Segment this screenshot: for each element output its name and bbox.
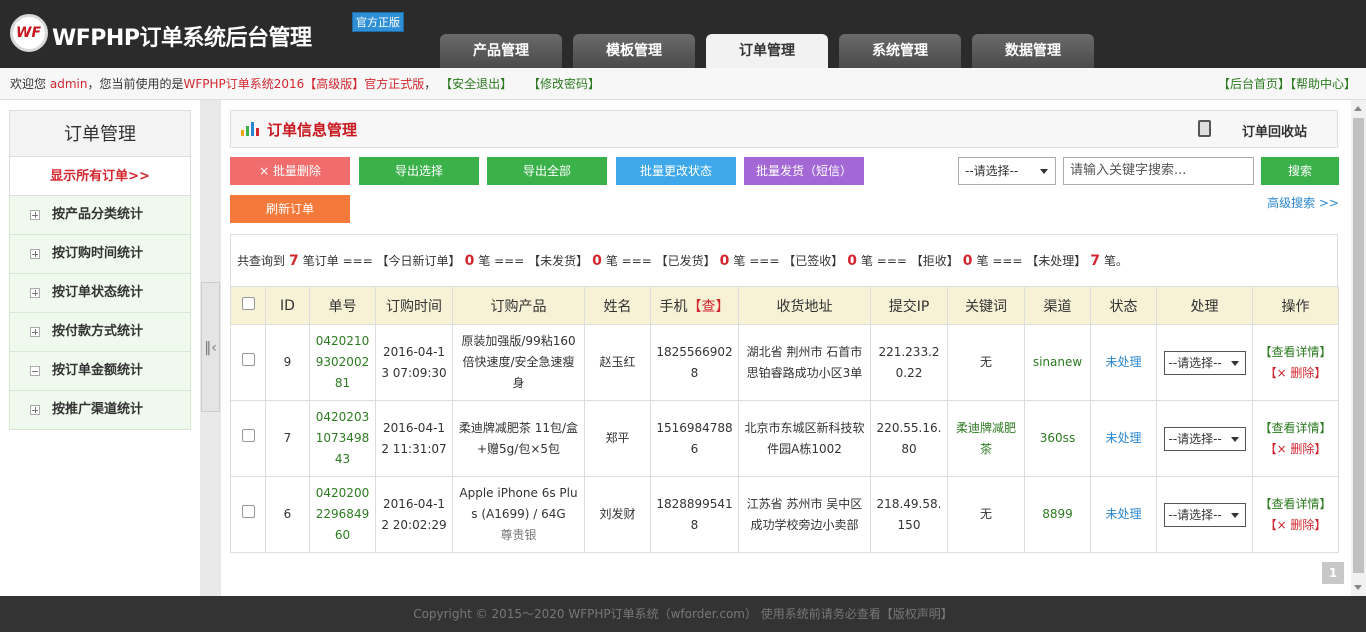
col-address: 收货地址: [738, 286, 871, 325]
select-all-checkbox[interactable]: [241, 297, 255, 310]
top-header: WF WFPHP订单系统后台管理 官方正版 产品管理 模板管理 订单管理 系统管…: [0, 0, 1366, 68]
col-product: 订购产品: [452, 286, 585, 325]
scrollbar[interactable]: [1351, 100, 1366, 596]
table-row: 7 04202031073498 43 2016-04-12 11:31:07 …: [230, 400, 1339, 477]
table-row: 9 04202109302002 81 2016-04-13 07:09:30 …: [230, 324, 1339, 401]
admin-home-link[interactable]: 【后台首页】: [1218, 77, 1290, 91]
col-phone: 手机【查】: [650, 286, 739, 325]
view-details-link[interactable]: 【查看详情】: [1257, 494, 1334, 515]
table-row: 6 04202002296849 60 2016-04-12 20:02:29 …: [230, 476, 1339, 553]
panel-title: 订单信息管理: [267, 121, 358, 139]
sidebar-all-orders[interactable]: 显示所有订单>>: [9, 157, 191, 196]
search-field-select[interactable]: --请选择--: [958, 157, 1056, 185]
export-all-button[interactable]: 导出全部: [487, 157, 607, 185]
logout-link[interactable]: 【安全退出】: [440, 77, 512, 91]
col-ip: 提交IP: [870, 286, 948, 325]
col-name: 姓名: [584, 286, 651, 325]
sidebar-item-by-channel[interactable]: 按推广渠道统计: [9, 391, 191, 430]
refresh-orders-button[interactable]: 刷新订单: [230, 195, 350, 223]
sidebar: 订单管理 显示所有订单>> 按产品分类统计 按订购时间统计 按订单状态统计 按付…: [0, 100, 200, 596]
sidebar-title: 订单管理: [9, 110, 191, 157]
batch-status-button[interactable]: 批量更改状态: [616, 157, 736, 185]
search-button[interactable]: 搜索: [1261, 157, 1339, 185]
scroll-down-icon[interactable]: [1354, 585, 1362, 590]
expand-icon: [30, 288, 40, 298]
edition-text: WFPHP订单系统2016【高级版】官方正式版: [183, 77, 425, 91]
process-select[interactable]: --请选择--: [1163, 350, 1246, 375]
sidebar-toggle-icon[interactable]: ‖‹: [201, 282, 220, 412]
collapse-icon: [30, 366, 40, 376]
col-channel: 渠道: [1024, 286, 1091, 325]
order-number: 04202031073498 43: [309, 400, 376, 477]
comma-text: ，: [424, 77, 437, 91]
col-process: 处理: [1156, 286, 1253, 325]
expand-icon: [30, 327, 40, 337]
table-header-row: ID 单号 订购时间 订购产品 姓名 手机【查】 收货地址 提交IP 关键词 渠…: [230, 286, 1339, 325]
sidebar-item-by-product[interactable]: 按产品分类统计: [9, 196, 191, 235]
col-id: ID: [265, 286, 310, 325]
info-bar: 欢迎您 admin，您当前使用的是WFPHP订单系统2016【高级版】官方正式版…: [0, 68, 1366, 100]
row-checkbox[interactable]: [241, 505, 255, 518]
orders-table: ID 单号 订购时间 订购产品 姓名 手机【查】 收货地址 提交IP 关键词 渠…: [230, 286, 1339, 553]
expand-icon: [30, 405, 40, 415]
delete-link[interactable]: 【× 删除】: [1257, 515, 1334, 536]
col-status: 状态: [1090, 286, 1157, 325]
logo-icon: WF: [10, 14, 48, 52]
expand-icon: [30, 210, 40, 220]
official-badge: 官方正版: [352, 12, 404, 32]
order-number: 04202109302002 81: [309, 324, 376, 401]
sidebar-item-by-amount[interactable]: 按订单金额统计: [9, 352, 191, 391]
using-text: ，您当前使用的是: [87, 77, 184, 91]
sidebar-item-by-time[interactable]: 按订购时间统计: [9, 235, 191, 274]
expand-icon: [30, 249, 40, 259]
app-title: WFPHP订单系统后台管理: [52, 26, 312, 51]
change-password-link[interactable]: 【修改密码】: [528, 77, 600, 91]
process-select[interactable]: --请选择--: [1163, 502, 1246, 527]
sidebar-item-by-status[interactable]: 按订单状态统计: [9, 274, 191, 313]
scroll-up-icon[interactable]: [1354, 106, 1362, 111]
bar-chart-icon: [241, 122, 259, 136]
delete-link[interactable]: 【× 删除】: [1257, 439, 1334, 460]
order-stats: 共查询到 7 笔订单 === 【今日新订单】 0 笔 === 【未发货】 0 笔 === 【…: [230, 234, 1338, 286]
phone-lookup-link[interactable]: 【查】: [688, 299, 730, 315]
page-number-button[interactable]: 1: [1322, 562, 1344, 584]
tab-products[interactable]: 产品管理: [440, 34, 562, 68]
order-number: 04202002296849 60: [309, 476, 376, 553]
recycle-bin-link[interactable]: 订单回收站: [1242, 121, 1307, 140]
view-details-link[interactable]: 【查看详情】: [1257, 342, 1334, 363]
trash-icon[interactable]: [1198, 120, 1211, 137]
col-keyword: 关键词: [947, 286, 1025, 325]
tab-data[interactable]: 数据管理: [972, 34, 1094, 68]
username: admin: [49, 77, 88, 91]
col-actions: 操作: [1252, 286, 1339, 325]
export-selected-button[interactable]: 导出选择: [359, 157, 479, 185]
tab-templates[interactable]: 模板管理: [573, 34, 695, 68]
batch-ship-button[interactable]: 批量发货（短信）: [744, 157, 864, 185]
delete-link[interactable]: 【× 删除】: [1257, 363, 1334, 384]
row-checkbox[interactable]: [241, 429, 255, 442]
col-order-no: 单号: [309, 286, 376, 325]
tab-orders[interactable]: 订单管理: [706, 34, 828, 68]
row-checkbox[interactable]: [241, 353, 255, 366]
col-order-time: 订购时间: [375, 286, 453, 325]
main-panel: 订单信息管理 订单回收站 × 批量删除 导出选择 导出全部 批量更改状态 批量发…: [221, 100, 1351, 596]
view-details-link[interactable]: 【查看详情】: [1257, 418, 1334, 439]
advanced-search-link[interactable]: 高级搜索 >>: [1267, 194, 1339, 211]
footer: Copyright © 2015～2020 WFPHP订单系统（wforder.…: [0, 596, 1366, 632]
help-center-link[interactable]: 【帮助中心】: [1290, 77, 1356, 91]
tab-system[interactable]: 系统管理: [839, 34, 961, 68]
panel-header: 订单信息管理 订单回收站: [230, 110, 1338, 148]
process-select[interactable]: --请选择--: [1163, 426, 1246, 451]
search-input[interactable]: 请输入关键字搜索...: [1063, 157, 1254, 185]
sidebar-item-by-payment[interactable]: 按付款方式统计: [9, 313, 191, 352]
batch-delete-button[interactable]: × 批量删除: [230, 157, 350, 185]
scroll-thumb[interactable]: [1353, 118, 1364, 573]
welcome-text: 欢迎您: [10, 77, 47, 91]
